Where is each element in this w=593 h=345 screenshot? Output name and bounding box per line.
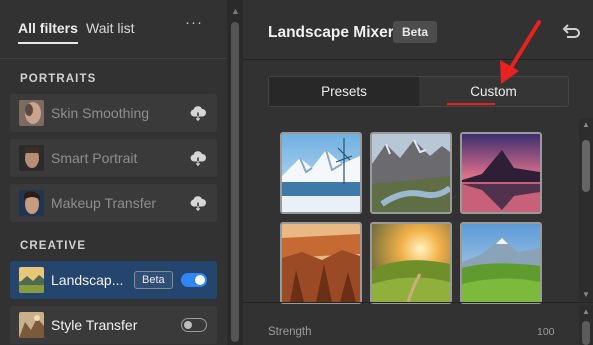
preset-tile-sunrise-meadow[interactable] [370,222,452,304]
strength-label: Strength [268,326,312,338]
scrollbar-thumb[interactable] [582,321,590,345]
makeup-transfer-thumbnail [19,190,44,216]
divider [0,58,227,59]
filter-item-makeup-transfer[interactable]: Makeup Transfer [10,184,217,222]
filter-label: Style Transfer [51,317,138,333]
settings-scrollbar[interactable]: ▲ [579,305,593,345]
filter-tabs: All filters Wait list ··· [0,0,227,58]
tab-custom[interactable]: Custom [419,77,568,106]
filter-item-style-transfer[interactable]: Style Transfer [10,306,217,344]
preset-tile-snowy-mountain-lake[interactable] [280,132,362,214]
scrollbar-thumb[interactable] [231,22,239,342]
filter-item-smart-portrait[interactable]: Smart Portrait [10,139,217,177]
undo-icon[interactable] [561,22,581,38]
presets-scrollbar[interactable]: ▲ ▼ [579,118,593,301]
landscape-mixer-thumbnail [19,267,44,293]
panel-title: Landscape Mixer [268,24,394,41]
canyon-image [282,224,360,302]
strength-value: 100 [537,326,555,338]
preset-tile-canyon[interactable] [280,222,362,304]
more-options-icon[interactable]: ··· [185,14,203,31]
preset-tile-sunset-mountain-reflection[interactable] [460,132,542,214]
scroll-up-icon[interactable]: ▲ [231,6,240,16]
tab-presets[interactable]: Presets [269,77,419,106]
sunset-reflection-image [462,134,540,212]
filter-label: Smart Portrait [51,150,138,166]
style-transfer-thumbnail [19,312,44,338]
cloud-download-icon[interactable] [189,194,207,212]
filter-item-landscape-mixer[interactable]: Landscap... Beta [10,261,217,299]
filter-label: Makeup Transfer [51,195,157,211]
presets-custom-toggle: Presets Custom [268,76,569,107]
cloud-download-icon[interactable] [189,149,207,167]
preset-tile-mountain-valley-river[interactable] [370,132,452,214]
scrollbar-thumb[interactable] [582,140,590,192]
filter-settings-panel: Landscape Mixer Beta Presets Custom ▲ ▼ … [243,0,593,345]
scroll-down-icon[interactable]: ▼ [582,290,590,299]
snowy-mountain-image [282,134,360,212]
smart-portrait-thumbnail [19,145,44,171]
scroll-up-icon[interactable]: ▲ [582,307,590,316]
presets-grid [243,118,579,304]
filter-label: Landscap... [51,272,124,288]
left-scrollbar[interactable]: ▲ [227,0,243,345]
scroll-up-icon[interactable]: ▲ [582,120,590,129]
filter-toggle[interactable] [181,318,207,332]
divider [243,59,593,60]
annotation-underline [447,103,495,105]
section-heading-creative: CREATIVE [20,240,87,252]
filter-label: Skin Smoothing [51,105,150,121]
preset-tile-green-hills-mountain[interactable] [460,222,542,304]
mountain-valley-image [372,134,450,212]
sunrise-meadow-image [372,224,450,302]
filter-toggle[interactable] [181,273,207,287]
beta-badge: Beta [134,271,173,289]
section-heading-portraits: PORTRAITS [20,73,97,85]
filters-panel: All filters Wait list ··· PORTRAITS Skin… [0,0,227,345]
beta-badge: Beta [393,21,438,43]
tab-wait-list[interactable]: Wait list [86,20,134,36]
green-hills-image [462,224,540,302]
tab-all-filters[interactable]: All filters [18,20,78,44]
cloud-download-icon[interactable] [189,104,207,122]
divider [243,302,593,303]
filter-item-skin-smoothing[interactable]: Skin Smoothing [10,94,217,132]
skin-smoothing-thumbnail [19,100,44,126]
